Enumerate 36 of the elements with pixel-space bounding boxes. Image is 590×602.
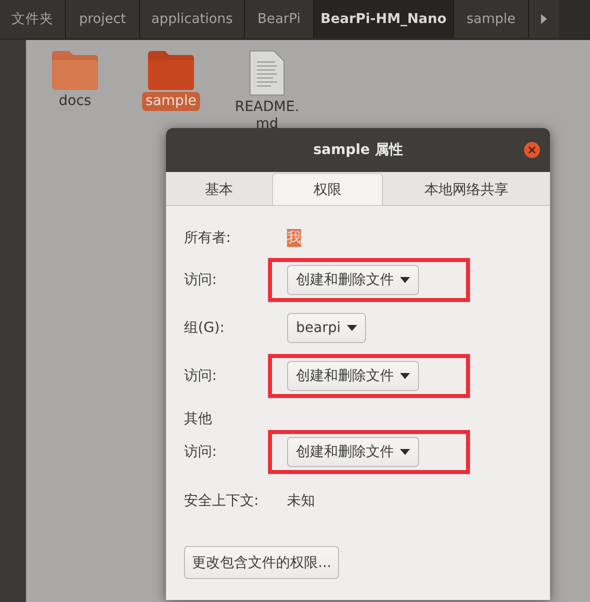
path-segment[interactable]: BearPi-HM_Nano [314,0,454,38]
path-segment[interactable]: project [66,0,140,38]
file-name[interactable]: docs [54,92,96,111]
path-segment[interactable]: BearPi [245,0,314,38]
dropdown[interactable]: 创建和删除文件 [287,437,419,467]
dropdown[interactable]: bearpi [287,313,366,343]
folder-icon [51,50,99,90]
close-icon [528,146,536,154]
tab[interactable]: 权限 [272,173,383,205]
change-permissions-button[interactable]: 更改包含文件的权限... [184,546,340,579]
dropdown[interactable]: 创建和删除文件 [287,265,419,295]
path-segment[interactable]: 文件夹 [0,0,66,38]
tab[interactable]: 本地网络共享 [382,173,550,205]
field-label: 组(G): [184,319,226,337]
folder-icon [147,50,195,90]
field-label: 安全上下文: [184,492,260,510]
section-label: 其他 [184,410,212,428]
path-segment[interactable]: applications [140,0,245,38]
field-value: 我 [287,229,301,247]
tab[interactable]: 基本 [166,173,272,205]
dialog-title: sample 属性 [313,141,403,159]
close-button[interactable] [524,142,540,158]
arrow-right-icon [541,14,547,24]
scroll-right-button[interactable] [529,0,559,38]
field-label: 访问: [184,367,218,385]
caret-icon [400,277,410,283]
dropdown[interactable]: 创建和删除文件 [287,361,419,391]
caret-icon [400,373,410,379]
field-label: 访问: [184,443,218,461]
caret-icon [400,449,410,455]
field-label: 所有者: [184,229,232,247]
document-icon [249,50,285,96]
field-value: 未知 [287,492,315,510]
field-label: 访问: [184,271,218,289]
caret-icon [346,325,357,331]
path-segment[interactable]: sample [454,0,529,38]
